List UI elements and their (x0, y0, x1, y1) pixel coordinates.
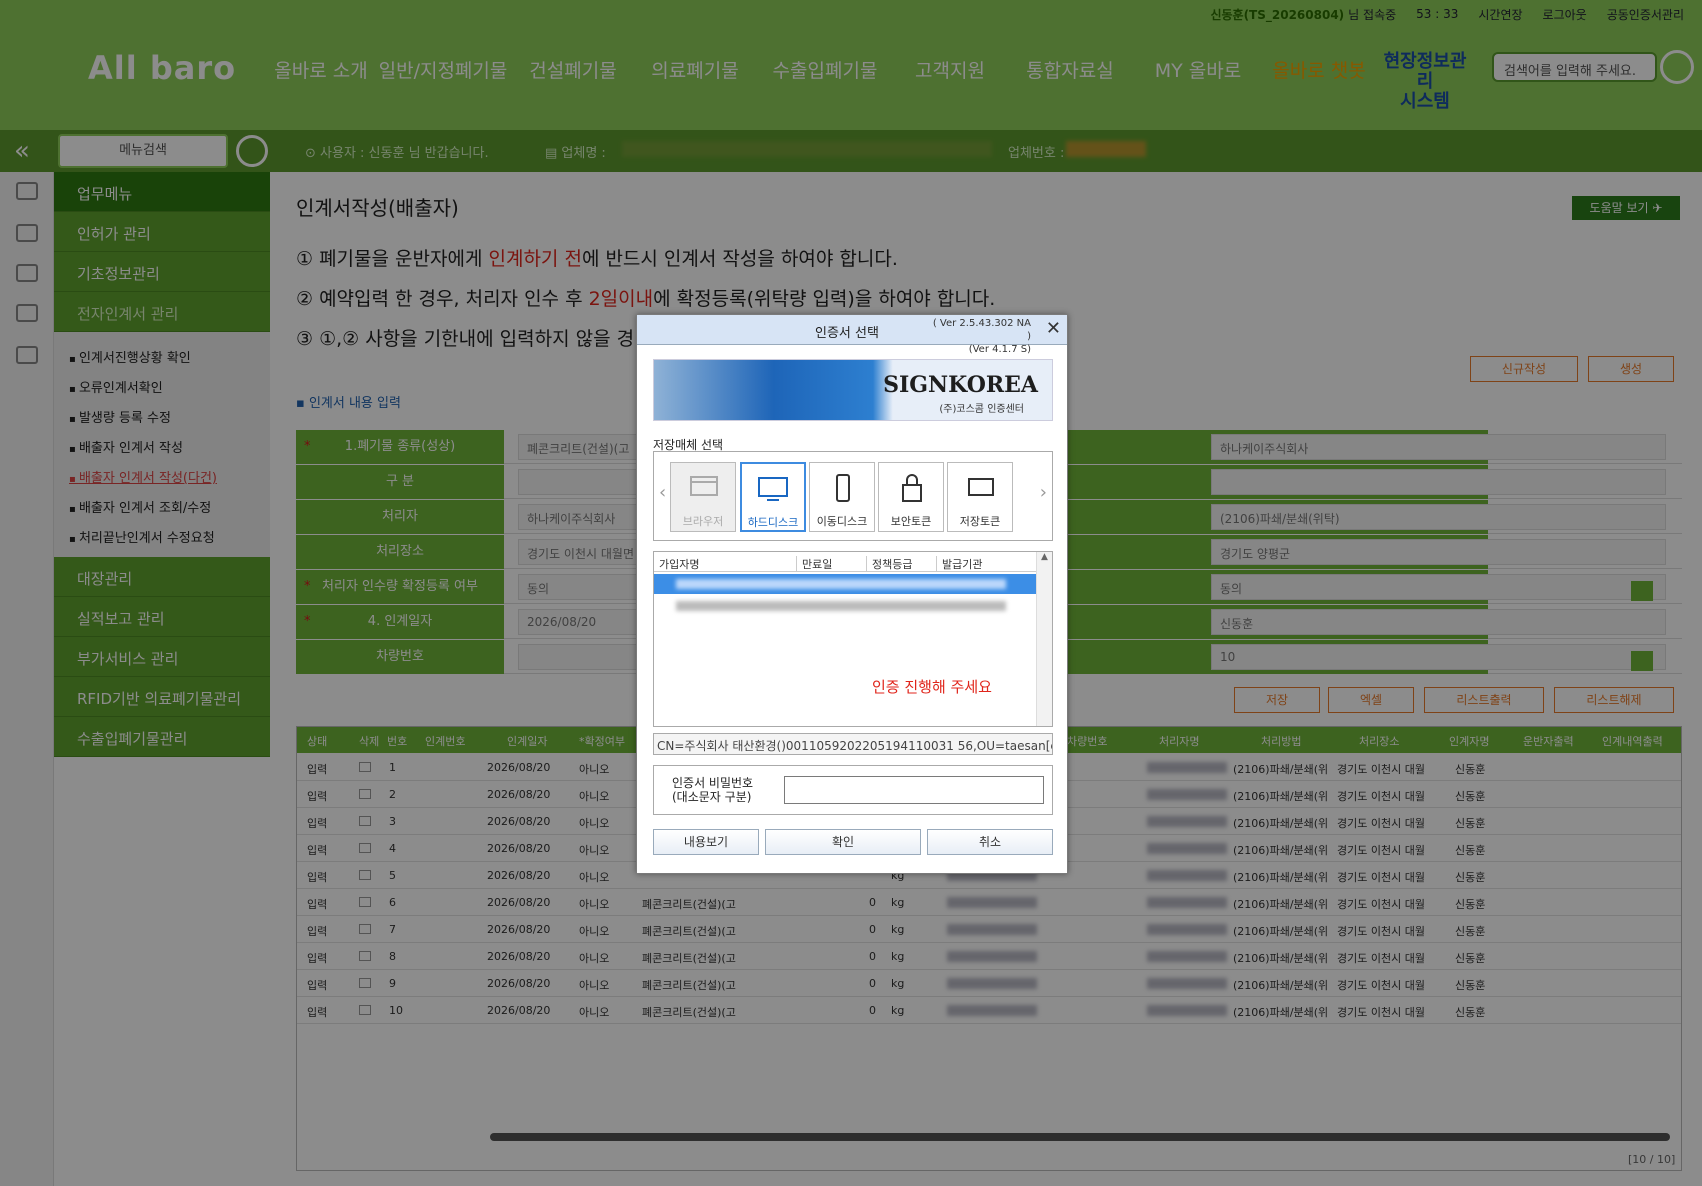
storage-hard-disk-label: 하드디스크 (747, 516, 799, 529)
cert-redacted (676, 579, 1006, 589)
storage-removable[interactable]: 이동디스크 (809, 462, 875, 532)
cert-list-header: 가입자명 만료일 정책등급 발급기관 (654, 552, 1036, 572)
storage-security-token[interactable]: 보안토큰 (878, 462, 944, 532)
token-icon (968, 478, 994, 496)
storage-browser[interactable]: 브라우저 (670, 462, 736, 532)
signkorea-logo: SIGNKOREA (883, 372, 1038, 398)
cert-select-dialog: 인증서 선택 ( Ver 2.5.43.302 NA ) (Ver 4.1.7 S… (636, 314, 1068, 874)
cert-dn: CN=주식회사 태산환경()0011059202205194110031 56,… (653, 733, 1053, 755)
cert-list-scrollbar[interactable]: ▲ (1036, 552, 1052, 726)
storage-security-token-label: 보안토큰 (890, 515, 932, 528)
version-1: ( Ver 2.5.43.302 NA ) (932, 318, 1031, 342)
dialog-version: ( Ver 2.5.43.302 NA ) (Ver 4.1.7 S) (927, 317, 1031, 356)
ok-button[interactable]: 확인 (765, 829, 921, 855)
cert-row[interactable] (654, 596, 1036, 616)
storage-browser-label: 브라우저 (682, 515, 724, 528)
dialog-titlebar: 인증서 선택 ( Ver 2.5.43.302 NA ) (Ver 4.1.7 S… (637, 315, 1067, 355)
cancel-button[interactable]: 취소 (927, 829, 1053, 855)
banner-subtitle: (주)코스콤 인증센터 (939, 404, 1024, 415)
chevron-right-icon[interactable]: › (1040, 482, 1047, 503)
storage-save-token[interactable]: 저장토큰 (947, 462, 1013, 532)
view-details-button[interactable]: 내용보기 (653, 829, 759, 855)
storage-removable-label: 이동디스크 (816, 515, 868, 528)
cert-list: 가입자명 만료일 정책등급 발급기관 인증 진행해 주세요 ▲ (653, 551, 1053, 727)
cert-col-issuer: 발급기관 (936, 556, 982, 572)
browser-icon (690, 476, 718, 496)
cert-col-expiry: 만료일 (796, 556, 832, 572)
usb-icon (836, 474, 850, 502)
storage-hard-disk[interactable]: 하드디스크 (740, 462, 806, 532)
close-icon[interactable]: ✕ (1046, 318, 1061, 339)
storage-save-token-label: 저장토큰 (959, 515, 1001, 528)
cert-col-policy: 정책등급 (866, 556, 912, 572)
cert-col-subscriber: 가입자명 (659, 558, 700, 571)
lock-icon (902, 474, 922, 502)
cert-redacted (676, 601, 1006, 611)
signkorea-banner: SIGNKOREA (주)코스콤 인증센터 (653, 359, 1053, 421)
password-label-1: 인증서 비밀번호 (672, 776, 754, 790)
cert-row-selected[interactable] (654, 574, 1036, 594)
dialog-title: 인증서 선택 (815, 326, 879, 341)
password-label-2: (대소문자 구분) (672, 790, 752, 804)
password-label: 인증서 비밀번호 (대소문자 구분) (672, 776, 753, 804)
computer-icon (758, 477, 788, 501)
cert-message: 인증 진행해 주세요 (872, 678, 992, 696)
cert-password-input[interactable] (784, 776, 1044, 804)
version-2: (Ver 4.1.7 S) (968, 344, 1031, 355)
storage-selector: ‹ 브라우저 하드디스크 이동디스크 보안토큰 저장토큰 › (653, 451, 1053, 541)
chevron-left-icon[interactable]: ‹ (659, 482, 666, 503)
password-section: 인증서 비밀번호 (대소문자 구분) (653, 765, 1053, 815)
